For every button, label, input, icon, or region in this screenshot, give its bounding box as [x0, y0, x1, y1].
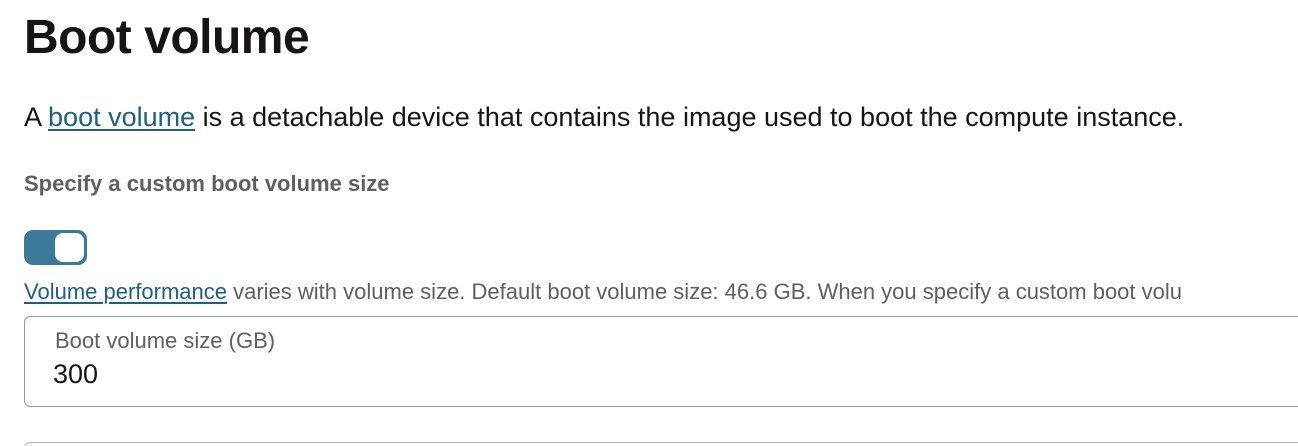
description-prefix: A: [24, 102, 49, 132]
boot-volume-size-label: Boot volume size (GB): [55, 328, 276, 353]
boot-volume-link[interactable]: boot volume: [48, 102, 195, 132]
boot-volume-description: A boot volume is a detachable device tha…: [24, 102, 1184, 133]
description-suffix: is a detachable device that contains the…: [195, 102, 1185, 132]
next-field-edge: [24, 442, 1298, 446]
volume-performance-link[interactable]: Volume performance: [24, 279, 227, 304]
boot-volume-section: Boot volume A boot volume is a detachabl…: [0, 0, 1298, 446]
toggle-knob: [55, 233, 84, 262]
section-title: Boot volume: [24, 11, 310, 64]
custom-size-toggle[interactable]: [24, 230, 87, 265]
performance-note-text: varies with volume size. Default boot vo…: [227, 279, 1183, 304]
boot-volume-size-field[interactable]: Boot volume size (GB): [24, 316, 1298, 407]
boot-volume-size-input[interactable]: [53, 359, 653, 390]
volume-performance-note: Volume performance varies with volume si…: [24, 279, 1182, 305]
custom-size-toggle-label: Specify a custom boot volume size: [24, 171, 390, 196]
